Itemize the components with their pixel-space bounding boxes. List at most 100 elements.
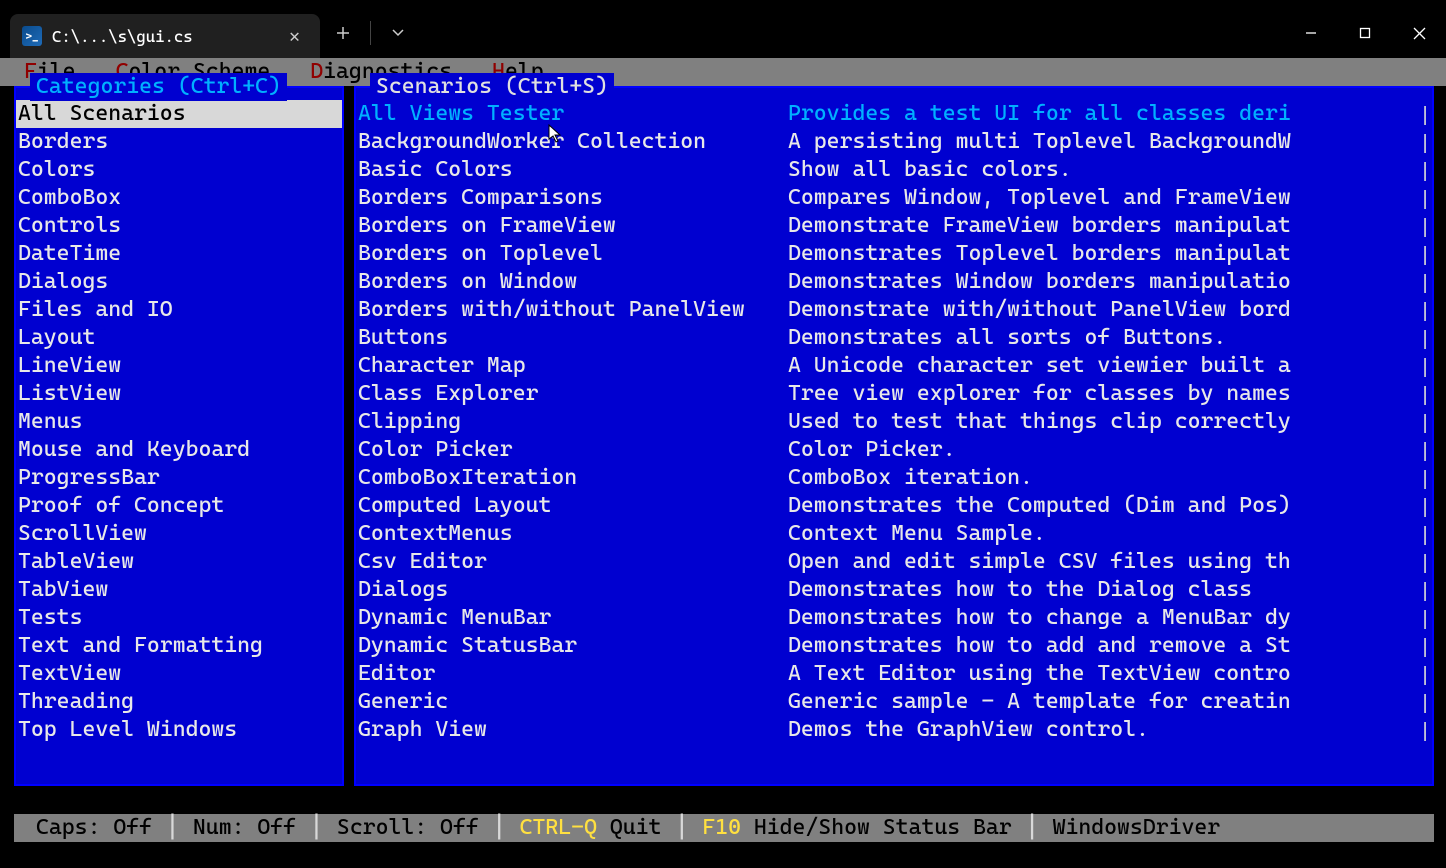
category-item[interactable]: Borders	[16, 128, 342, 156]
powershell-icon: >_	[22, 26, 42, 46]
window-tab[interactable]: >_ C:\...\s\gui.cs ✕	[10, 14, 320, 58]
tab-dropdown-button[interactable]	[375, 14, 421, 52]
scenario-item[interactable]: DialogsDemonstrates how to the Dialog cl…	[356, 576, 1432, 604]
scenario-name: Editor	[356, 660, 788, 688]
scenario-item[interactable]: EditorA Text Editor using the TextView c…	[356, 660, 1432, 688]
scenario-name: Color Picker	[356, 436, 788, 464]
scenario-item[interactable]: All Views TesterProvides a test UI for a…	[356, 100, 1432, 128]
scenario-item[interactable]: Color PickerColor Picker.	[356, 436, 1432, 464]
scenario-item[interactable]: Borders ComparisonsCompares Window, Topl…	[356, 184, 1432, 212]
category-item[interactable]: TextView	[16, 660, 342, 688]
toggle-statusbar-shortcut[interactable]: F10 Hide/Show Status Bar	[694, 814, 1019, 842]
scenario-desc: Used to test that things clip correctly	[788, 408, 1432, 436]
categories-list[interactable]: All ScenariosBordersColorsComboBoxContro…	[16, 88, 342, 744]
category-item[interactable]: Tests	[16, 604, 342, 632]
scenario-name: Basic Colors	[356, 156, 788, 184]
scenario-desc: A persisting multi Toplevel BackgroundW	[788, 128, 1432, 156]
category-item[interactable]: ComboBox	[16, 184, 342, 212]
scenario-item[interactable]: Borders on WindowDemonstrates Window bor…	[356, 268, 1432, 296]
scenario-desc: Show all basic colors.	[788, 156, 1432, 184]
scenario-name: Buttons	[356, 324, 788, 352]
scenario-desc: Generic sample - A template for creatin	[788, 688, 1432, 716]
scenario-name: Borders on Toplevel	[356, 240, 788, 268]
category-item[interactable]: Layout	[16, 324, 342, 352]
category-item[interactable]: Proof of Concept	[16, 492, 342, 520]
scenario-desc: Demonstrates how to add and remove a St	[788, 632, 1432, 660]
num-status: Num: Off	[185, 814, 304, 842]
category-item[interactable]: LineView	[16, 352, 342, 380]
category-item[interactable]: TableView	[16, 548, 342, 576]
categories-frame: Categories (Ctrl+C) All ScenariosBorders…	[14, 86, 344, 786]
minimize-button[interactable]	[1284, 14, 1338, 52]
scenario-item[interactable]: Borders with/without PanelViewDemonstrat…	[356, 296, 1432, 324]
titlebar: >_ C:\...\s\gui.cs ✕	[0, 0, 1446, 58]
maximize-button[interactable]	[1338, 14, 1392, 52]
scenario-item[interactable]: Csv EditorOpen and edit simple CSV files…	[356, 548, 1432, 576]
category-item[interactable]: Top Level Windows	[16, 716, 342, 744]
scenario-item[interactable]: Computed LayoutDemonstrates the Computed…	[356, 492, 1432, 520]
scenario-item[interactable]: ButtonsDemonstrates all sorts of Buttons…	[356, 324, 1432, 352]
scenario-desc: Demonstrates the Computed (Dim and Pos)	[788, 492, 1432, 520]
category-item[interactable]: Mouse and Keyboard	[16, 436, 342, 464]
scenario-name: Generic	[356, 688, 788, 716]
scenario-name: Borders on Window	[356, 268, 788, 296]
new-tab-button[interactable]	[320, 14, 366, 52]
scenario-item[interactable]: GenericGeneric sample - A template for c…	[356, 688, 1432, 716]
scenario-item[interactable]: Dynamic StatusBarDemonstrates how to add…	[356, 632, 1432, 660]
close-window-button[interactable]	[1392, 14, 1446, 52]
scenario-item[interactable]: ComboBoxIterationComboBox iteration.	[356, 464, 1432, 492]
category-item[interactable]: TabView	[16, 576, 342, 604]
category-item[interactable]: Dialogs	[16, 268, 342, 296]
scenario-item[interactable]: Character MapA Unicode character set vie…	[356, 352, 1432, 380]
scroll-status: Scroll: Off	[329, 814, 487, 842]
category-item[interactable]: ListView	[16, 380, 342, 408]
scenario-name: All Views Tester	[356, 100, 788, 128]
close-tab-button[interactable]: ✕	[283, 24, 306, 49]
scenario-item[interactable]: Class ExplorerTree view explorer for cla…	[356, 380, 1432, 408]
scenario-desc: Demonstrate with/without PanelView bord	[788, 296, 1432, 324]
scenario-item[interactable]: Graph ViewDemos the GraphView control.	[356, 716, 1432, 744]
category-item[interactable]: Threading	[16, 688, 342, 716]
scenario-name: Borders on FrameView	[356, 212, 788, 240]
categories-title: Categories (Ctrl+C)	[30, 73, 287, 101]
category-item[interactable]: Files and IO	[16, 296, 342, 324]
scenario-item[interactable]: ContextMenusContext Menu Sample.	[356, 520, 1432, 548]
scenario-desc: ComboBox iteration.	[788, 464, 1432, 492]
caps-status: Caps: Off	[28, 814, 160, 842]
scenario-name: Computed Layout	[356, 492, 788, 520]
scenario-desc: Demonstrate FrameView borders manipulat	[788, 212, 1432, 240]
scenario-item[interactable]: Basic ColorsShow all basic colors.	[356, 156, 1432, 184]
category-item[interactable]: DateTime	[16, 240, 342, 268]
category-item[interactable]: Menus	[16, 408, 342, 436]
scenarios-list[interactable]: All Views TesterProvides a test UI for a…	[356, 88, 1432, 744]
quit-shortcut[interactable]: CTRL-Q Quit	[512, 814, 670, 842]
tab-title: C:\...\s\gui.cs	[52, 27, 273, 46]
scrollbar[interactable]: │││││││││││││││││││││││	[1420, 102, 1430, 780]
scenario-name: BackgroundWorker Collection	[356, 128, 788, 156]
scenario-item[interactable]: ClippingUsed to test that things clip co…	[356, 408, 1432, 436]
category-item[interactable]: Controls	[16, 212, 342, 240]
scenario-name: Borders Comparisons	[356, 184, 788, 212]
divider	[370, 21, 371, 45]
scenario-desc: Demonstrates how to the Dialog class	[788, 576, 1432, 604]
scenario-name: Dynamic StatusBar	[356, 632, 788, 660]
scenario-desc: Color Picker.	[788, 436, 1432, 464]
scenario-name: Dynamic MenuBar	[356, 604, 788, 632]
scenario-name: Csv Editor	[356, 548, 788, 576]
scenario-name: ComboBoxIteration	[356, 464, 788, 492]
scenario-item[interactable]: BackgroundWorker CollectionA persisting …	[356, 128, 1432, 156]
category-item[interactable]: ScrollView	[16, 520, 342, 548]
category-item[interactable]: Text and Formatting	[16, 632, 342, 660]
scenario-desc: Demonstrates how to change a MenuBar dy	[788, 604, 1432, 632]
scenario-name: Graph View	[356, 716, 788, 744]
scenario-name: Class Explorer	[356, 380, 788, 408]
category-item[interactable]: All Scenarios	[16, 100, 342, 128]
scenario-name: ContextMenus	[356, 520, 788, 548]
scenario-item[interactable]: Dynamic MenuBarDemonstrates how to chang…	[356, 604, 1432, 632]
scenario-item[interactable]: Borders on FrameViewDemonstrate FrameVie…	[356, 212, 1432, 240]
scenario-desc: A Unicode character set viewier built a	[788, 352, 1432, 380]
category-item[interactable]: Colors	[16, 156, 342, 184]
category-item[interactable]: ProgressBar	[16, 464, 342, 492]
scenarios-frame: Scenarios (Ctrl+S) All Views TesterProvi…	[354, 86, 1434, 786]
scenario-item[interactable]: Borders on ToplevelDemonstrates Toplevel…	[356, 240, 1432, 268]
